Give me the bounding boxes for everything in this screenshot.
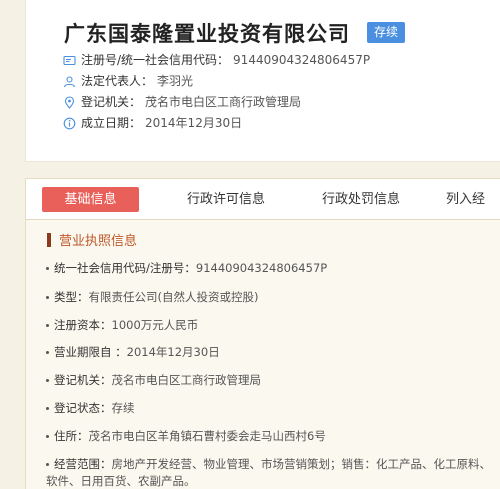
bullet-icon [46,324,49,327]
info-established: 成立日期： 2014年12月30日 [63,115,242,131]
detail-value: 茂名市电白区工商行政管理局 [111,373,262,387]
detail-label: 登记机关： [54,373,112,387]
bullet-icon [46,296,49,299]
section-title: 营业执照信息 [47,230,137,249]
company-name: 广东国泰隆置业投资有限公司 [64,22,350,46]
info-value: 91440904324806457P [233,53,371,67]
detail-value: 2014年12月30日 [126,345,220,359]
info-legal-rep: 法定代表人： 李羽光 [63,73,193,89]
detail-label: 登记状态： [54,401,112,415]
detail-item: 经营范围：房地产开发经营、物业管理、市场营销策划；销售：化工产品、化工原料、 [46,457,491,472]
section-marker [47,232,51,247]
detail-value: 茂名市电白区羊角镇石曹村委会走马山西村6号 [88,429,326,443]
info-value: 2014年12月30日 [145,116,243,130]
info-registration: 注册号/统一社会信用代码： 91440904324806457P [63,52,370,68]
location-pin-icon [63,95,76,109]
detail-item: 类型：有限责任公司(自然人投资或控股) [46,290,258,305]
bullet-icon [46,351,49,354]
detail-item: 住所：茂名市电白区羊角镇石曹村委会走马山西村6号 [46,429,326,444]
info-value: 李羽光 [157,74,194,88]
detail-value: 房地产开发经营、物业管理、市场营销策划；销售：化工产品、化工原料、 [111,457,492,471]
info-label: 登记机关： [81,95,142,109]
detail-panel: 基础信息 行政许可信息 行政处罚信息 列入经 营业执照信息 统一社会信用代码/注… [25,178,500,489]
bullet-icon [46,463,49,466]
info-label: 法定代表人： [81,74,154,88]
bullet-icon [46,407,49,410]
info-circle-icon [63,117,76,130]
detail-label: 注册资本： [54,318,112,332]
detail-label: 营业期限自 ： [54,345,127,359]
detail-item: 注册资本：1000万元人民币 [46,318,198,333]
bullet-icon [46,435,49,438]
detail-value: 1000万元人民币 [111,318,199,332]
info-value: 茂名市电白区工商行政管理局 [145,95,302,109]
detail-item: 统一社会信用代码/注册号：91440904324806457P [46,261,327,276]
detail-value: 软件、日用百货、农副产品。 [46,474,196,488]
tab-bar: 基础信息 行政许可信息 行政处罚信息 列入经 [26,179,500,220]
person-icon [63,75,76,88]
info-label: 成立日期： [81,116,142,130]
detail-item: 营业期限自 ：2014年12月30日 [46,345,220,360]
info-label: 注册号/统一社会信用代码： [81,53,230,67]
detail-item: 登记状态：存续 [46,401,135,416]
detail-value: 91440904324806457P [195,261,328,275]
detail-label: 类型： [54,290,89,304]
bullet-icon [46,379,49,382]
detail-label: 经营范围： [54,457,112,471]
company-header-card: 广东国泰隆置业投资有限公司 存续 注册号/统一社会信用代码： 914409043… [25,0,500,162]
tab-listed[interactable]: 列入经 [446,187,500,212]
detail-value: 存续 [111,401,135,415]
section-title-text: 营业执照信息 [59,234,138,249]
detail-item: 登记机关：茂名市电白区工商行政管理局 [46,373,261,388]
detail-label: 统一社会信用代码/注册号： [54,261,196,275]
detail-label: 住所： [54,429,89,443]
tab-admin-license[interactable]: 行政许可信息 [171,187,281,212]
detail-item-continued: 软件、日用百货、农副产品。 [46,474,196,489]
detail-value: 有限责任公司(自然人投资或控股) [88,290,259,304]
bullet-icon [46,267,49,270]
info-authority: 登记机关： 茂名市电白区工商行政管理局 [63,94,301,110]
id-card-icon [63,54,76,67]
tab-admin-penalty[interactable]: 行政处罚信息 [306,187,416,212]
status-badge: 存续 [367,22,406,43]
tab-basic-info[interactable]: 基础信息 [42,187,139,212]
